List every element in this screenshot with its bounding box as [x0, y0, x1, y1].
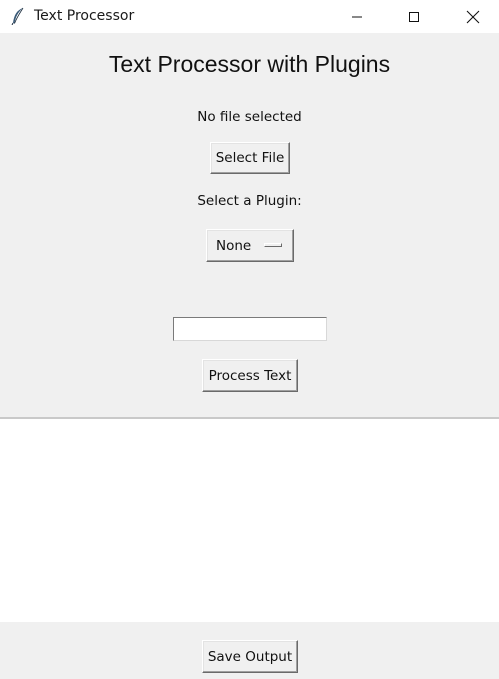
title-bar[interactable]: Text Processor	[0, 0, 499, 33]
minimize-icon	[351, 11, 363, 23]
close-button[interactable]	[450, 0, 496, 33]
select-file-button[interactable]: Select File	[210, 142, 290, 174]
output-text-area[interactable]	[0, 417, 499, 622]
app-window: Text Processor Text Processor with Plugi…	[0, 0, 499, 679]
process-text-button[interactable]: Process Text	[202, 359, 298, 392]
plugin-dropdown[interactable]: None	[206, 229, 294, 262]
minimize-button[interactable]	[334, 0, 380, 33]
page-title: Text Processor with Plugins	[108, 51, 391, 77]
text-input[interactable]	[173, 317, 327, 341]
dropdown-indicator-icon	[264, 243, 282, 247]
plugin-label: Select a Plugin:	[197, 193, 302, 209]
close-icon	[466, 10, 480, 24]
save-output-button[interactable]: Save Output	[202, 640, 298, 673]
maximize-button[interactable]	[391, 0, 437, 33]
plugin-selected-value: None	[216, 237, 252, 254]
maximize-icon	[408, 11, 420, 23]
file-status-label: No file selected	[197, 109, 302, 125]
feather-icon	[10, 7, 26, 26]
window-title: Text Processor	[34, 8, 135, 24]
